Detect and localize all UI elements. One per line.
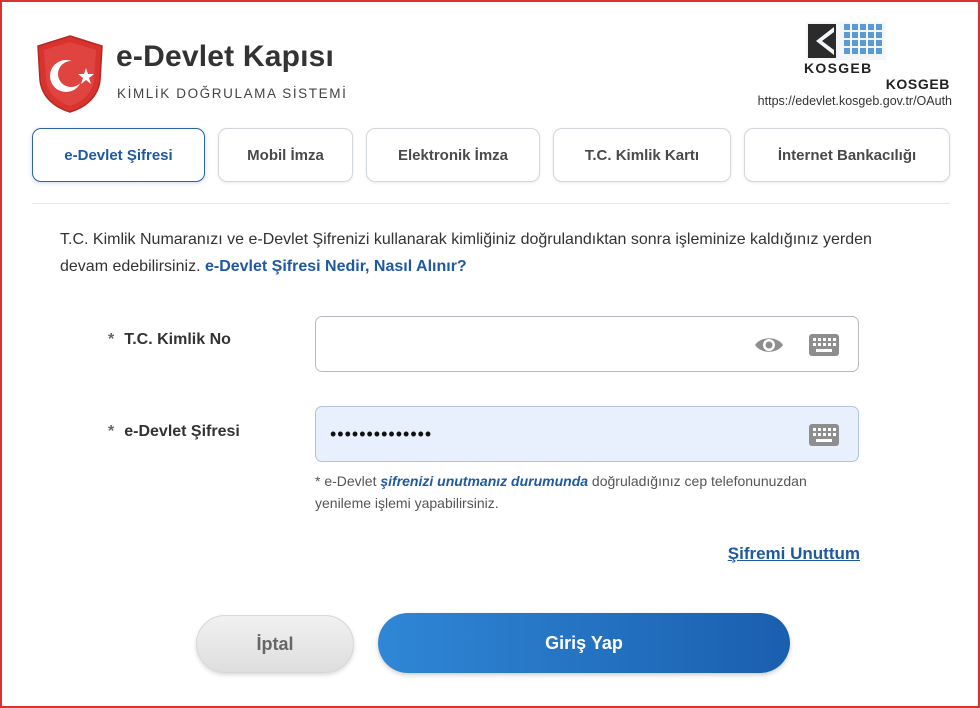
- info-link[interactable]: e-Devlet Şifresi Nedir, Nasıl Alınır?: [205, 258, 467, 275]
- password-hint: * e-Devlet şifrenizi unutmanız durumunda…: [315, 473, 807, 511]
- client-name: KOSGEB: [885, 76, 950, 92]
- intro-paragraph: T.C. Kimlik Numaranızı ve e-Devlet Şifre…: [60, 226, 890, 280]
- keyboard-icon[interactable]: [809, 422, 839, 448]
- cancel-button[interactable]: İptal: [196, 615, 354, 673]
- tc-kimlik-label: * T.C. Kimlik No: [108, 331, 231, 348]
- eye-icon[interactable]: [754, 332, 784, 358]
- client-url: https://edevlet.kosgeb.gov.tr/OAuth: [757, 94, 952, 108]
- kosgeb-logo-icon: [806, 22, 886, 60]
- tab-e-devlet-sifresi[interactable]: e-Devlet Şifresi: [32, 128, 205, 182]
- login-button[interactable]: Giriş Yap: [378, 613, 790, 673]
- password-label: * e-Devlet Şifresi: [108, 423, 240, 440]
- required-mark: *: [108, 331, 115, 348]
- divider: [32, 203, 950, 204]
- brand-title: e-Devlet Kapısı: [116, 40, 335, 73]
- kosgeb-logo-text: KOSGEB: [804, 60, 873, 76]
- tc-kimlik-input[interactable]: [316, 317, 736, 371]
- tab-elektronik-imza[interactable]: Elektronik İmza: [366, 128, 540, 182]
- password-input[interactable]: [316, 407, 736, 461]
- password-field: [315, 406, 859, 462]
- tc-kimlik-field: [315, 316, 859, 372]
- forgot-password-link[interactable]: Şifremi Unuttum: [728, 544, 860, 564]
- hint-emphasis: şifrenizi unutmanız durumunda: [380, 473, 589, 489]
- tab-tc-kimlik-karti[interactable]: T.C. Kimlik Kartı: [553, 128, 731, 182]
- required-mark: *: [108, 423, 115, 440]
- brand-subtitle: KİMLİK DOĞRULAMA SİSTEMİ: [117, 86, 348, 101]
- e-devlet-shield-logo: [37, 35, 103, 113]
- tab-mobil-imza[interactable]: Mobil İmza: [218, 128, 353, 182]
- keyboard-icon[interactable]: [809, 332, 839, 358]
- tab-internet-bankaciligi[interactable]: İnternet Bankacılığı: [744, 128, 950, 182]
